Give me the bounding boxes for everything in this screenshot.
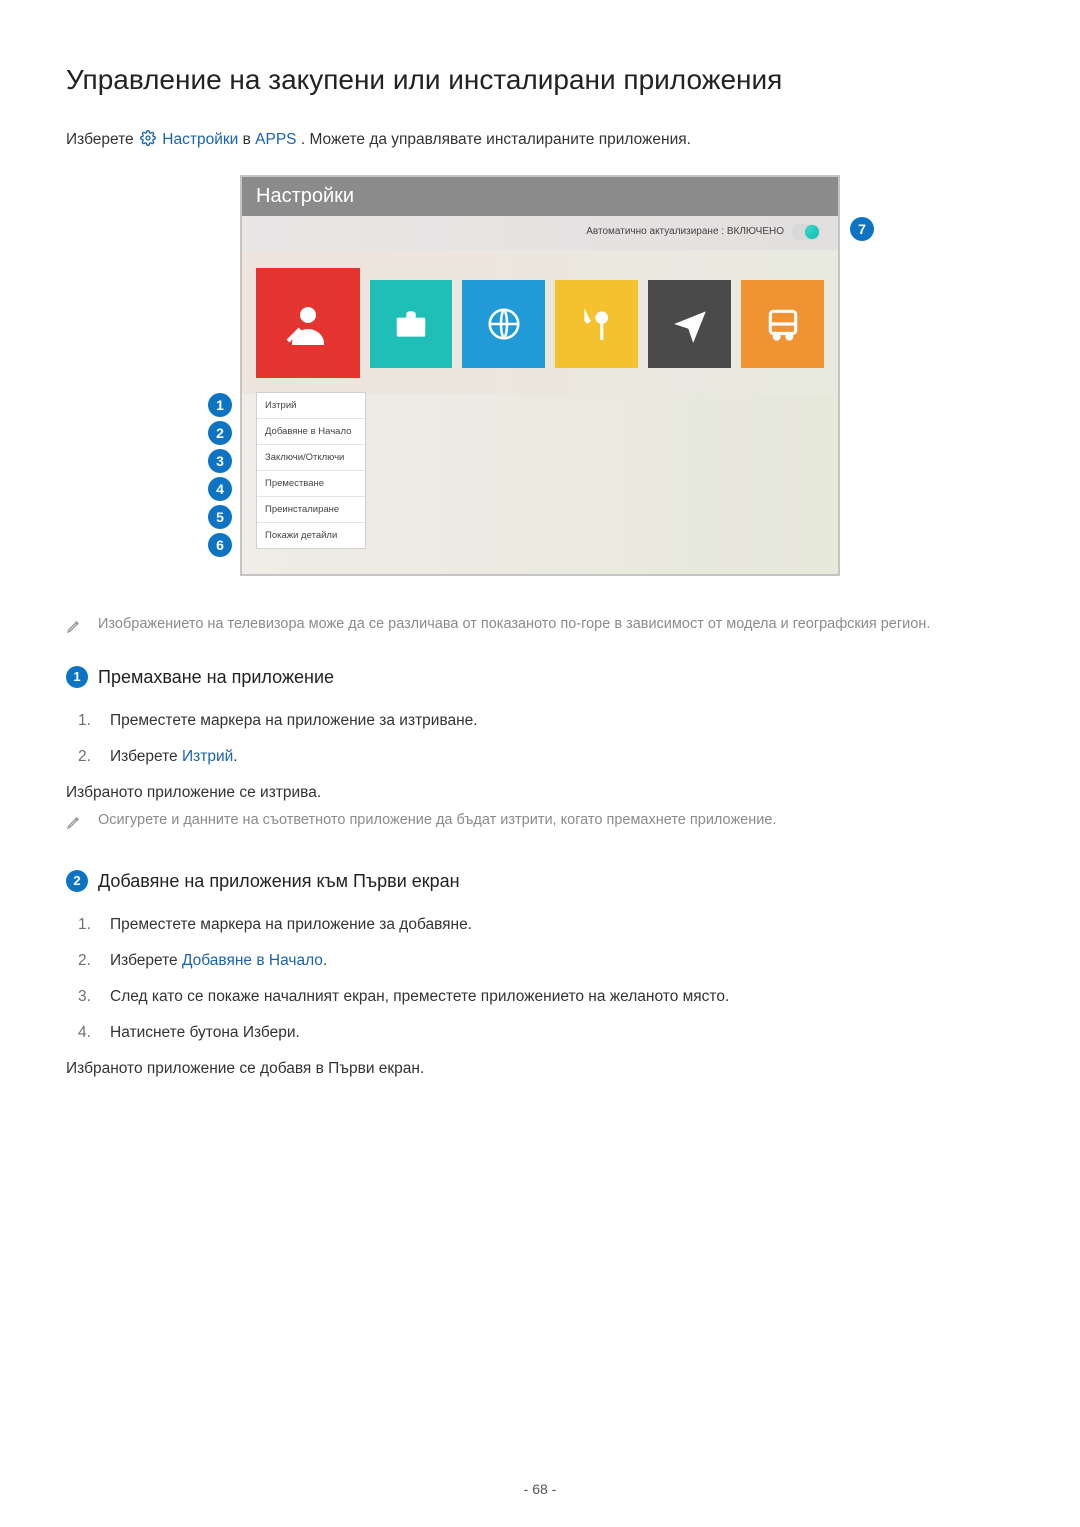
note-text: Изображението на телевизора може да се р… <box>98 616 930 634</box>
menu-details[interactable]: Покажи детайли <box>257 523 365 548</box>
section2-num: 2 <box>66 870 88 892</box>
app-tile-briefcase[interactable] <box>370 280 453 368</box>
callout-1: 1 <box>208 393 232 417</box>
page-title: Управление на закупени или инсталирани п… <box>66 64 1014 96</box>
note-delete-data: Осигурете и данните на съответното прило… <box>66 812 1014 830</box>
menu-reinstall[interactable]: Преинсталиране <box>257 497 365 523</box>
callout-7: 7 <box>850 217 874 241</box>
section1-num: 1 <box>66 666 88 688</box>
utensils-icon <box>578 305 616 343</box>
step-num: 2. <box>78 748 96 766</box>
briefcase-icon <box>392 305 430 343</box>
app-tile-globe[interactable] <box>462 280 545 368</box>
step-body: Изберете Изтрий. <box>110 748 238 766</box>
step: 1. Преместете маркера на приложение за и… <box>78 712 1014 730</box>
step-text: Преместете маркера на приложение за изтр… <box>110 712 478 730</box>
intro-prefix: Изберете <box>66 131 138 148</box>
context-menu[interactable]: Изтрий Добавяне в Начало Заключи/Отключи… <box>256 392 366 549</box>
gear-icon <box>140 130 156 146</box>
step-body: Изберете Добавяне в Начало. <box>110 952 327 970</box>
step-num: 1. <box>78 712 96 730</box>
section2-steps: 1. Преместете маркера на приложение за д… <box>78 916 1014 1042</box>
step-num: 2. <box>78 952 96 970</box>
app-tile-bus[interactable] <box>741 280 824 368</box>
menu-move[interactable]: Преместване <box>257 471 365 497</box>
section2-result: Избраното приложение се добавя в Първи е… <box>66 1060 1014 1078</box>
menu-add-home[interactable]: Добавяне в Начало <box>257 419 365 445</box>
step: 1. Преместете маркера на приложение за д… <box>78 916 1014 934</box>
intro-paragraph: Изберете Настройки в APPS . Можете да уп… <box>66 130 1014 149</box>
tv-screenshot: 7 1 2 3 4 5 6 Настройки Автоматично акту… <box>240 175 840 576</box>
add-home-link: Добавяне в Начало <box>182 952 323 969</box>
menu-delete[interactable]: Изтрий <box>257 393 365 419</box>
step: 2. Изберете Добавяне в Начало. <box>78 952 1014 970</box>
section1-result: Избраното приложение се изтрива. <box>66 784 1014 802</box>
menu-lock[interactable]: Заключи/Отключи <box>257 445 365 471</box>
app-tile-plane[interactable] <box>648 280 731 368</box>
note-image-differ: Изображението на телевизора може да се р… <box>66 616 1014 634</box>
step-text: Натиснете бутона Избери. <box>110 1024 300 1042</box>
intro-suffix: . Можете да управлявате инсталираните пр… <box>301 131 691 148</box>
section1-title: Премахване на приложение <box>98 667 334 688</box>
callout-5: 5 <box>208 505 232 529</box>
bus-icon <box>764 305 802 343</box>
app-tile-user[interactable] <box>256 268 360 378</box>
section1-steps: 1. Преместете маркера на приложение за и… <box>78 712 1014 766</box>
step-num: 4. <box>78 1024 96 1042</box>
step-num: 1. <box>78 916 96 934</box>
section2-head: 2 Добавяне на приложения към Първи екран <box>66 870 1014 892</box>
settings-link: Настройки <box>162 131 238 148</box>
callout-3: 3 <box>208 449 232 473</box>
note-text: Осигурете и данните на съответното прило… <box>98 812 776 830</box>
section1-head: 1 Премахване на приложение <box>66 666 1014 688</box>
callout-4: 4 <box>208 477 232 501</box>
page-number: - 68 - <box>0 1481 1080 1497</box>
section2-title: Добавяне на приложения към Първи екран <box>98 871 460 892</box>
person-icon <box>284 299 332 347</box>
step-text: Преместете маркера на приложение за доба… <box>110 916 472 934</box>
callout-2: 2 <box>208 421 232 445</box>
plane-icon <box>671 305 709 343</box>
globe-icon <box>485 305 523 343</box>
delete-link: Изтрий <box>182 748 233 765</box>
pencil-icon <box>66 814 82 830</box>
step-text: След като се покаже началният екран, пре… <box>110 988 729 1006</box>
pencil-icon <box>66 618 82 634</box>
step: 3. След като се покаже началният екран, … <box>78 988 1014 1006</box>
app-tile-food[interactable] <box>555 280 638 368</box>
app-tiles-row <box>242 250 838 394</box>
step-num: 3. <box>78 988 96 1006</box>
apps-link: APPS <box>255 131 296 148</box>
callout-6: 6 <box>208 533 232 557</box>
step: 4. Натиснете бутона Избери. <box>78 1024 1014 1042</box>
auto-update-toggle[interactable] <box>792 224 820 240</box>
step: 2. Изберете Изтрий. <box>78 748 1014 766</box>
auto-update-label: Автоматично актуализиране : ВКЛЮЧЕНО <box>586 226 784 237</box>
tv-topbar: Автоматично актуализиране : ВКЛЮЧЕНО <box>242 216 838 250</box>
tv-title: Настройки <box>242 177 838 216</box>
intro-middle: в <box>243 131 256 148</box>
